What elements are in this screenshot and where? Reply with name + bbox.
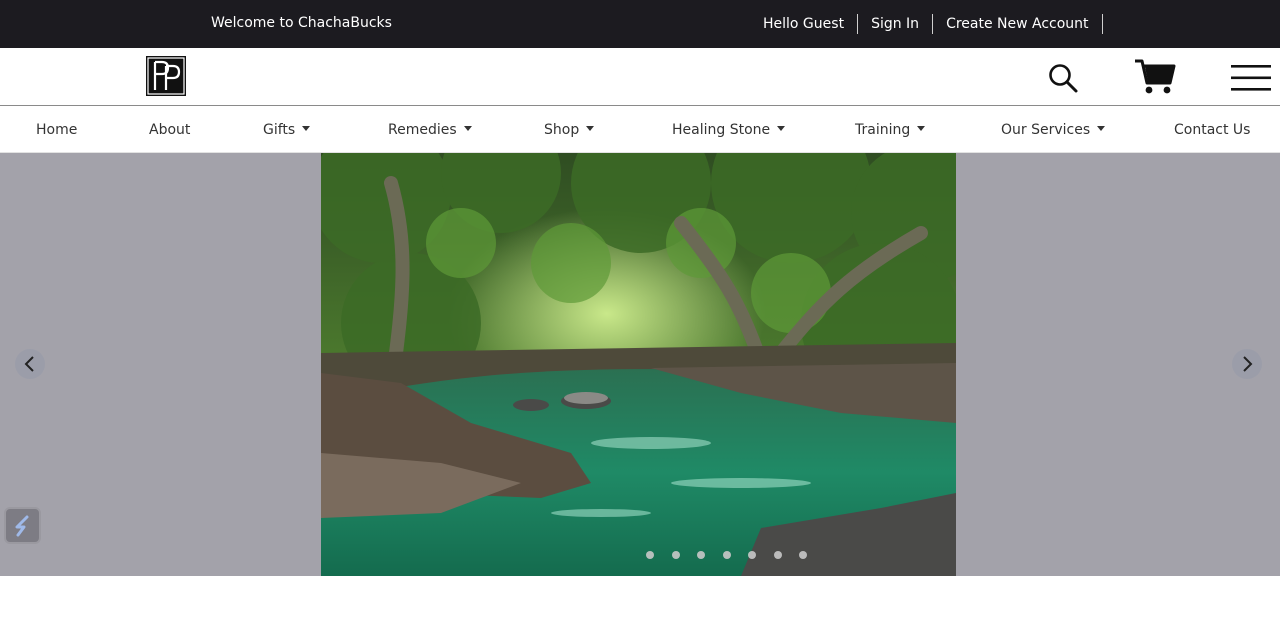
slide-dot[interactable] — [697, 551, 705, 559]
site-header — [0, 48, 1280, 106]
chevron-right-icon — [1243, 356, 1253, 372]
slide-dot[interactable] — [748, 551, 756, 559]
top-bar: Welcome to ChachaBucks Hello Guest Sign … — [0, 0, 1280, 48]
caret-down-icon — [777, 125, 786, 131]
floating-widget-button[interactable] — [4, 507, 41, 544]
caret-down-icon — [463, 125, 472, 131]
nav-item-label: About — [149, 122, 191, 138]
nav-item-shop[interactable]: Shop — [544, 106, 595, 152]
main-nav: Home About Gifts Remedies Shop Healing S… — [0, 106, 1280, 153]
slide-dot[interactable] — [722, 551, 731, 559]
caret-down-icon — [586, 125, 595, 131]
create-account-link[interactable]: Create New Account — [933, 14, 1103, 34]
nav-item-about[interactable]: About — [149, 106, 190, 152]
hero-slider — [0, 153, 1280, 576]
nav-item-contact-us[interactable]: Contact Us — [1174, 106, 1250, 152]
next-slide-button[interactable] — [1232, 349, 1262, 379]
cart-icon[interactable] — [1134, 58, 1176, 96]
hamburger-menu-icon[interactable] — [1231, 64, 1271, 92]
slide-dot[interactable] — [671, 551, 680, 559]
chevron-left-icon — [24, 356, 34, 372]
nav-item-label: Training — [855, 122, 911, 138]
slide-indicators — [646, 551, 825, 559]
slide-dot[interactable] — [773, 551, 782, 559]
hello-guest-link[interactable]: Hello Guest — [762, 14, 859, 34]
caret-down-icon — [917, 125, 926, 131]
nav-item-label: Gifts — [263, 122, 296, 138]
slide-image — [321, 153, 956, 576]
nav-item-healing-stone[interactable]: Healing Stone — [672, 106, 786, 152]
caret-down-icon — [302, 125, 311, 131]
welcome-text: Welcome to ChachaBucks — [211, 15, 392, 31]
lightning-icon — [15, 515, 29, 537]
search-icon[interactable] — [1047, 62, 1079, 94]
slide-dot[interactable] — [646, 551, 654, 559]
previous-slide-button[interactable] — [15, 349, 45, 379]
account-links: Hello Guest Sign In Create New Account — [762, 0, 1103, 48]
caret-down-icon — [1097, 125, 1106, 131]
sign-in-link[interactable]: Sign In — [858, 14, 934, 34]
nav-item-label: Contact Us — [1174, 122, 1251, 138]
nav-item-label: Our Services — [1001, 122, 1091, 138]
nav-item-gifts[interactable]: Gifts — [263, 106, 311, 152]
slide-dot[interactable] — [799, 551, 807, 559]
nav-item-training[interactable]: Training — [855, 106, 926, 152]
logo[interactable] — [146, 56, 186, 96]
nav-item-label: Healing Stone — [672, 122, 771, 138]
nav-item-our-services[interactable]: Our Services — [1001, 106, 1106, 152]
nav-item-remedies[interactable]: Remedies — [388, 106, 472, 152]
nav-item-label: Home — [36, 122, 78, 138]
nav-item-home[interactable]: Home — [36, 106, 77, 152]
nav-item-label: Remedies — [388, 122, 457, 138]
nav-item-label: Shop — [544, 122, 580, 138]
